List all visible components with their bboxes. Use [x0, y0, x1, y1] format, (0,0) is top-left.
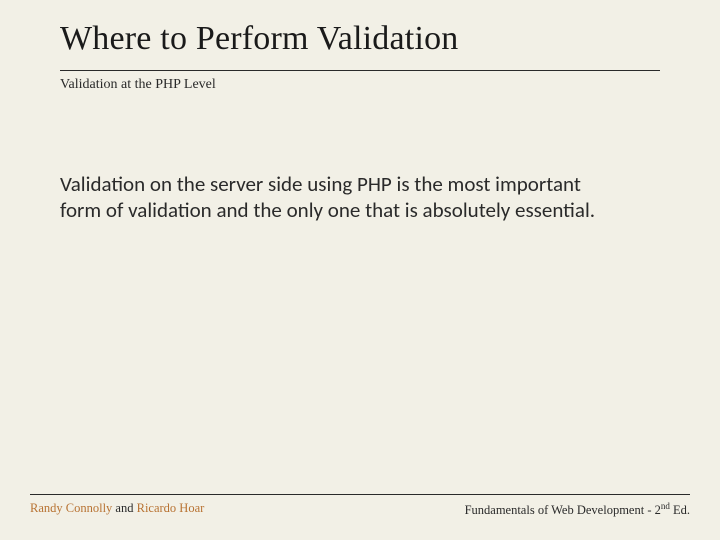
slide-title: Where to Perform Validation — [60, 20, 660, 58]
author-joiner: and — [112, 501, 136, 515]
author-name-2: Ricardo Hoar — [137, 501, 205, 515]
footer-divider — [30, 494, 690, 495]
author-name-1: Randy Connolly — [30, 501, 112, 515]
slide: Where to Perform Validation Validation a… — [0, 0, 720, 540]
slide-subtitle: Validation at the PHP Level — [60, 77, 660, 93]
book-edition-sup: nd — [661, 501, 670, 511]
footer-row: Randy Connolly and Ricardo Hoar Fundamen… — [30, 501, 690, 518]
title-divider — [60, 70, 660, 71]
book-suffix: Ed. — [670, 503, 690, 517]
slide-body-text: Validation on the server side using PHP … — [60, 171, 620, 224]
slide-footer: Randy Connolly and Ricardo Hoar Fundamen… — [30, 494, 690, 518]
book-prefix: Fundamentals of Web Development - 2 — [465, 503, 661, 517]
footer-book: Fundamentals of Web Development - 2nd Ed… — [465, 501, 690, 518]
footer-authors: Randy Connolly and Ricardo Hoar — [30, 501, 204, 518]
